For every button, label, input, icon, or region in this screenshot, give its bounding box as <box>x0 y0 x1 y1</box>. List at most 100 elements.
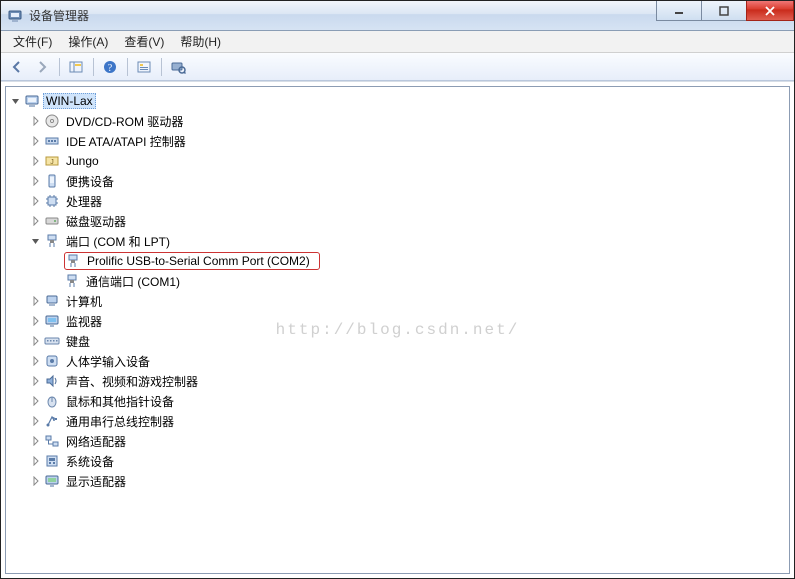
cpu-icon <box>44 193 60 209</box>
expand-icon[interactable] <box>30 295 42 307</box>
tree-row[interactable]: 便携设备 <box>30 171 785 191</box>
expand-icon[interactable] <box>30 155 42 167</box>
tree-item: 键盘 <box>30 331 785 351</box>
expand-icon[interactable] <box>30 435 42 447</box>
tree-item-label[interactable]: 键盘 <box>63 332 93 351</box>
app-icon <box>7 8 23 24</box>
sound-icon <box>44 373 60 389</box>
keyboard-icon <box>44 333 60 349</box>
tree-row[interactable]: 声音、视频和游戏控制器 <box>30 371 785 391</box>
tree-pane[interactable]: http://blog.csdn.net/ WIN-LaxDVD/CD-ROM … <box>5 86 790 574</box>
network-icon <box>44 433 60 449</box>
tree-item-label[interactable]: 人体学输入设备 <box>63 352 153 371</box>
titlebar: 设备管理器 <box>1 1 794 31</box>
tree-item-label[interactable]: 通用串行总线控制器 <box>63 412 177 431</box>
system-icon <box>44 453 60 469</box>
expand-icon[interactable] <box>30 175 42 187</box>
tree-item-label[interactable]: 显示适配器 <box>63 472 129 491</box>
show-hide-tree-button[interactable] <box>64 56 88 78</box>
tree-item-label[interactable]: 处理器 <box>63 192 105 211</box>
computer-icon <box>24 93 40 109</box>
menu-file[interactable]: 文件(F) <box>5 31 60 52</box>
port-icon <box>44 233 60 249</box>
tree-item-label[interactable]: 网络适配器 <box>63 432 129 451</box>
tree-item-label[interactable]: WIN-Lax <box>43 93 96 109</box>
tree-item: IDE ATA/ATAPI 控制器 <box>30 131 785 151</box>
tree-row[interactable]: Prolific USB-to-Serial Comm Port (COM2) <box>50 251 785 271</box>
tree-item-label[interactable]: 鼠标和其他指针设备 <box>63 392 177 411</box>
collapse-icon[interactable] <box>10 95 22 107</box>
expand-icon[interactable] <box>30 115 42 127</box>
toolbar: ? <box>1 53 794 81</box>
expand-icon[interactable] <box>30 355 42 367</box>
tree-row[interactable]: 显示适配器 <box>30 471 785 491</box>
expand-icon[interactable] <box>30 195 42 207</box>
expand-icon[interactable] <box>30 135 42 147</box>
scan-hardware-button[interactable] <box>166 56 190 78</box>
usb-icon <box>44 413 60 429</box>
tree-item-label[interactable]: DVD/CD-ROM 驱动器 <box>63 112 186 131</box>
expand-icon[interactable] <box>30 475 42 487</box>
close-button[interactable] <box>746 1 794 21</box>
tree-item-label[interactable]: 计算机 <box>63 292 105 311</box>
svg-text:J: J <box>50 159 54 166</box>
tree-row[interactable]: 计算机 <box>30 291 785 311</box>
tree-item-label[interactable]: 系统设备 <box>63 452 117 471</box>
tree-row[interactable]: 监视器 <box>30 311 785 331</box>
monitor-icon <box>44 313 60 329</box>
tree-row[interactable]: 人体学输入设备 <box>30 351 785 371</box>
expand-icon[interactable] <box>30 455 42 467</box>
menu-action[interactable]: 操作(A) <box>60 31 116 52</box>
tree-item: 通用串行总线控制器 <box>30 411 785 431</box>
expand-icon[interactable] <box>30 375 42 387</box>
menu-view[interactable]: 查看(V) <box>116 31 172 52</box>
help-button[interactable]: ? <box>98 56 122 78</box>
tree-item-label[interactable]: 磁盘驱动器 <box>63 212 129 231</box>
tree-row[interactable]: 键盘 <box>30 331 785 351</box>
window-title: 设备管理器 <box>29 7 656 24</box>
tree-item: 鼠标和其他指针设备 <box>30 391 785 411</box>
tree-row[interactable]: J Jungo <box>30 151 785 171</box>
tree-row[interactable]: 网络适配器 <box>30 431 785 451</box>
jungo-icon: J <box>44 153 60 169</box>
expand-icon[interactable] <box>30 335 42 347</box>
tree-item: DVD/CD-ROM 驱动器 <box>30 111 785 131</box>
menu-help[interactable]: 帮助(H) <box>172 31 229 52</box>
display-icon <box>44 473 60 489</box>
tree-row[interactable]: 磁盘驱动器 <box>30 211 785 231</box>
expand-icon[interactable] <box>30 415 42 427</box>
minimize-button[interactable] <box>656 1 702 21</box>
tree-item-label[interactable]: Jungo <box>63 153 102 169</box>
expand-icon[interactable] <box>30 395 42 407</box>
expand-icon[interactable] <box>30 315 42 327</box>
tree-row[interactable]: 端口 (COM 和 LPT) <box>30 231 785 251</box>
tree-row[interactable]: 通信端口 (COM1) <box>50 271 785 291</box>
collapse-icon[interactable] <box>30 235 42 247</box>
properties-button[interactable] <box>132 56 156 78</box>
tree-row[interactable]: 系统设备 <box>30 451 785 471</box>
tree-item: 通信端口 (COM1) <box>50 271 785 291</box>
tree-row[interactable]: DVD/CD-ROM 驱动器 <box>30 111 785 131</box>
tree-item-label[interactable]: 便携设备 <box>63 172 117 191</box>
content-area: http://blog.csdn.net/ WIN-LaxDVD/CD-ROM … <box>1 81 794 578</box>
tree-row[interactable]: 通用串行总线控制器 <box>30 411 785 431</box>
tree-row[interactable]: 处理器 <box>30 191 785 211</box>
expand-icon[interactable] <box>30 215 42 227</box>
tree-item-label[interactable]: 端口 (COM 和 LPT) <box>63 232 173 251</box>
mouse-icon <box>44 393 60 409</box>
back-button[interactable] <box>5 56 29 78</box>
svg-text:?: ? <box>108 63 113 74</box>
controller-icon <box>44 133 60 149</box>
tree-item-label[interactable]: 监视器 <box>63 312 105 331</box>
tree-row[interactable]: 鼠标和其他指针设备 <box>30 391 785 411</box>
tree-row[interactable]: IDE ATA/ATAPI 控制器 <box>30 131 785 151</box>
maximize-button[interactable] <box>701 1 747 21</box>
toolbar-separator <box>59 58 60 76</box>
tree-row[interactable]: WIN-Lax <box>10 91 785 111</box>
tree-item-label[interactable]: 通信端口 (COM1) <box>83 272 183 291</box>
forward-button[interactable] <box>30 56 54 78</box>
port-icon <box>65 253 81 269</box>
tree-item-label[interactable]: IDE ATA/ATAPI 控制器 <box>63 132 189 151</box>
tree-item-label[interactable]: Prolific USB-to-Serial Comm Port (COM2) <box>84 253 313 269</box>
tree-item-label[interactable]: 声音、视频和游戏控制器 <box>63 372 201 391</box>
